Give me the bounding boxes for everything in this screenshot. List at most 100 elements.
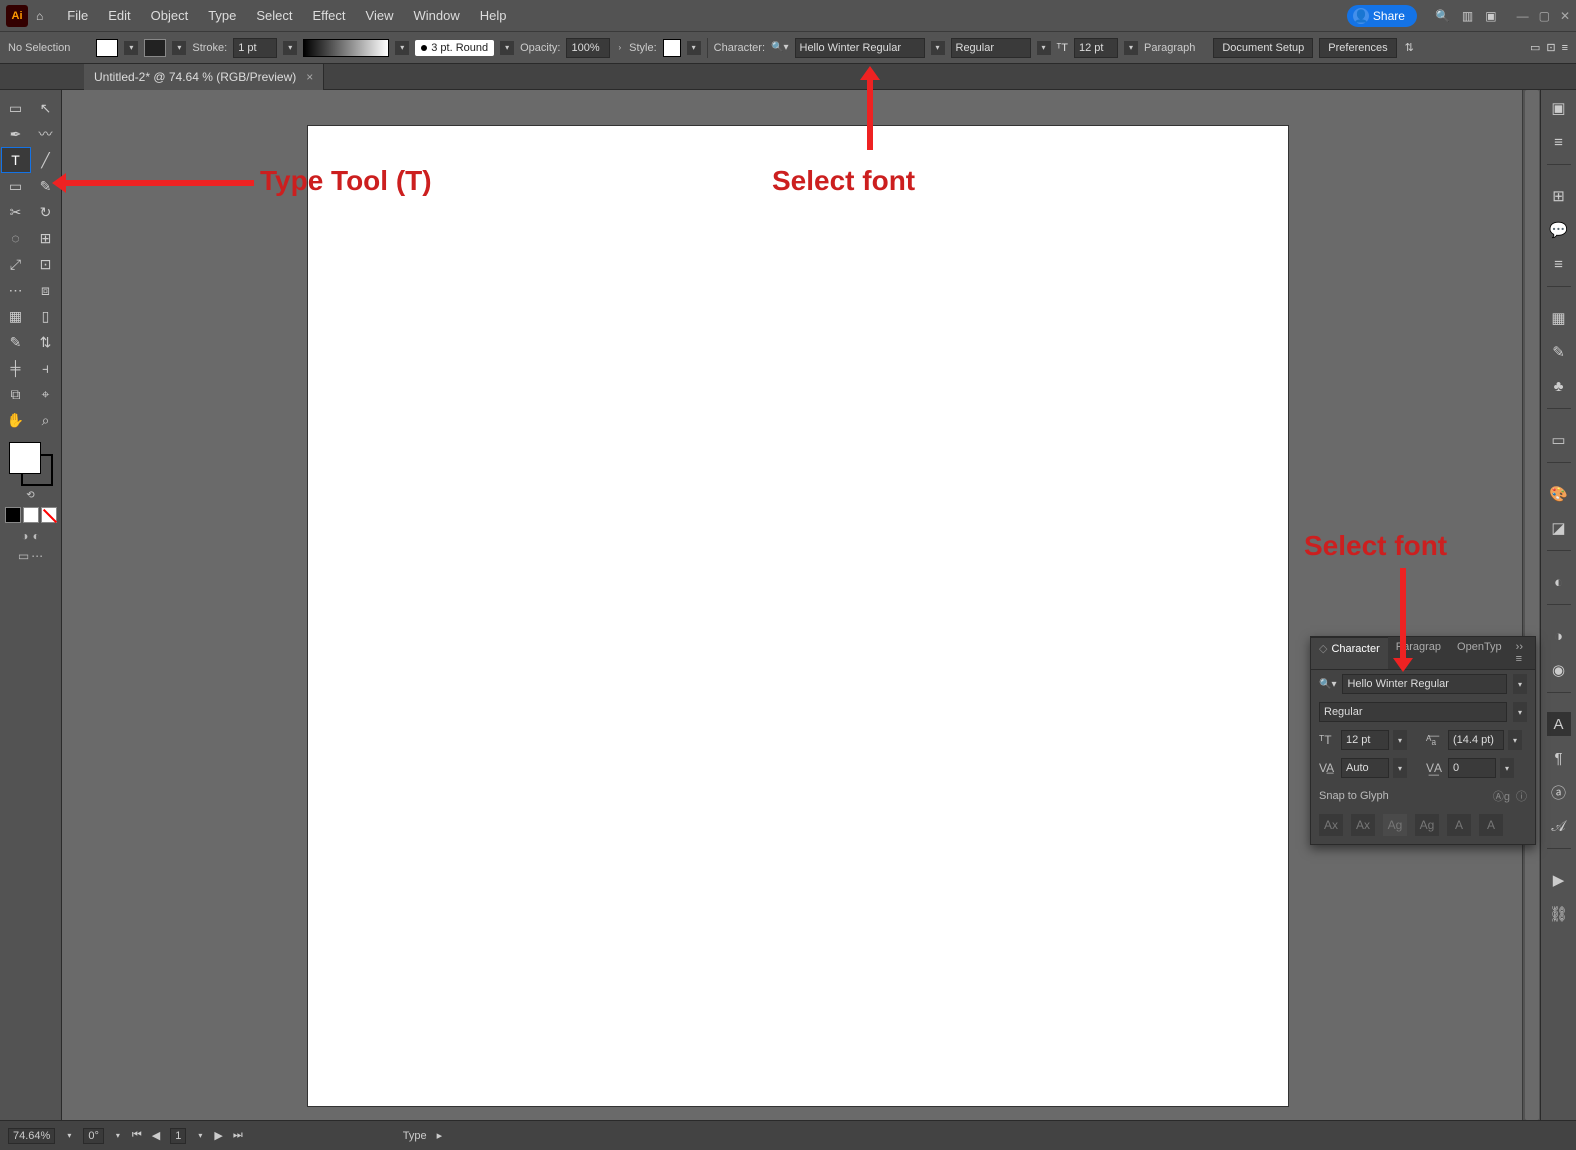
tool-11[interactable]: ⊞: [32, 226, 60, 250]
tool-13[interactable]: ⊡: [32, 252, 60, 276]
glyph-opt-2[interactable]: Ax: [1351, 814, 1375, 836]
menu-view[interactable]: View: [356, 4, 404, 27]
paragraph-label[interactable]: Paragraph: [1144, 42, 1195, 54]
snap-glyph-icon-2[interactable]: ⓘ: [1516, 788, 1527, 804]
glyph-opt-3[interactable]: Ag: [1383, 814, 1407, 836]
share-button[interactable]: 👤 Share: [1347, 5, 1417, 27]
glyph-opt-4[interactable]: Ag: [1415, 814, 1439, 836]
appearance-panel-icon[interactable]: ◉: [1547, 658, 1571, 682]
panel-font-search-icon[interactable]: 🔍▾: [1319, 679, 1336, 690]
font-style-dropdown[interactable]: ▾: [1037, 41, 1051, 55]
document-tab[interactable]: Untitled-2* @ 74.64 % (RGB/Preview) ×: [84, 64, 324, 90]
menu-type[interactable]: Type: [198, 4, 246, 27]
snap-glyph-icon-1[interactable]: Ⓐg: [1493, 788, 1510, 804]
panel-kerning-dropdown[interactable]: ▾: [1393, 758, 1407, 778]
align-panel-icon[interactable]: ≡: [1547, 252, 1571, 276]
swatches-panel-icon[interactable]: ▦: [1547, 306, 1571, 330]
stroke-weight-dropdown[interactable]: ▾: [283, 41, 297, 55]
preferences-button[interactable]: Preferences: [1319, 38, 1396, 58]
rotate-dropdown[interactable]: ▾: [114, 1131, 122, 1140]
character-panel-icon[interactable]: A: [1547, 712, 1571, 736]
glyph-opt-6[interactable]: A: [1479, 814, 1503, 836]
home-icon[interactable]: ⌂: [36, 9, 43, 23]
swap-fill-stroke-icon[interactable]: ⟲: [26, 490, 34, 501]
tool-3[interactable]: 〰: [32, 122, 60, 146]
close-tab-icon[interactable]: ×: [306, 70, 313, 84]
tool-12[interactable]: ⤢: [2, 252, 30, 276]
tool-15[interactable]: ⧈: [32, 278, 60, 302]
tool-20[interactable]: ╪: [2, 356, 30, 380]
artboard-first-icon[interactable]: ⏮: [132, 1129, 142, 1142]
close-icon[interactable]: ✕: [1560, 9, 1570, 23]
tool-19[interactable]: ⇅: [32, 330, 60, 354]
tool-24[interactable]: ✋: [2, 408, 30, 432]
glyph-opt-1[interactable]: Ax: [1319, 814, 1343, 836]
paragraph-panel-icon[interactable]: ¶: [1547, 746, 1571, 770]
tool-2[interactable]: ✒: [2, 122, 30, 146]
font-family-field[interactable]: Hello Winter Regular: [795, 38, 925, 58]
panel-font-style-field[interactable]: [1319, 702, 1507, 722]
tool-18[interactable]: ✎: [2, 330, 30, 354]
prefs-more-icon[interactable]: ⇅: [1405, 41, 1414, 54]
menu-help[interactable]: Help: [470, 4, 517, 27]
artboard-next-icon[interactable]: ▶: [214, 1129, 222, 1142]
tool-5[interactable]: ╱: [32, 148, 60, 172]
transform-icon[interactable]: ⊡: [1546, 41, 1555, 54]
screen-mode-icon[interactable]: ▭: [18, 549, 29, 563]
minimize-icon[interactable]: —: [1517, 9, 1529, 23]
stroke-weight-field[interactable]: 1 pt: [233, 38, 277, 58]
tool-info-more-icon[interactable]: ▸: [437, 1129, 443, 1142]
variable-width-profile[interactable]: [303, 39, 389, 57]
font-size-field[interactable]: 12 pt: [1074, 38, 1118, 58]
symbols-panel-icon[interactable]: ♣: [1547, 374, 1571, 398]
tool-23[interactable]: ⌖: [32, 382, 60, 406]
menu-file[interactable]: File: [57, 4, 98, 27]
panel-leading-field[interactable]: [1448, 730, 1504, 750]
tool-8[interactable]: ✂: [2, 200, 30, 224]
tool-10[interactable]: ◌: [2, 226, 30, 250]
tool-9[interactable]: ↻: [32, 200, 60, 224]
font-style-field[interactable]: Regular: [951, 38, 1031, 58]
brush-definition[interactable]: 3 pt. Round: [415, 40, 494, 56]
draw-behind-icon[interactable]: ◐: [33, 529, 40, 543]
search-icon[interactable]: 🔍: [1435, 9, 1450, 23]
panel-tracking-field[interactable]: [1448, 758, 1496, 778]
transparency-panel-icon[interactable]: ◑: [1547, 624, 1571, 648]
rotate-field[interactable]: 0°: [83, 1128, 104, 1144]
panel-font-size-field[interactable]: [1341, 730, 1389, 750]
artboard-dropdown[interactable]: ▾: [196, 1131, 204, 1140]
maximize-icon[interactable]: ▢: [1539, 9, 1550, 23]
font-search-icon[interactable]: 🔍▾: [771, 42, 788, 53]
fill-dropdown[interactable]: ▾: [124, 41, 138, 55]
draw-normal-icon[interactable]: ◑: [21, 529, 28, 543]
vw-dropdown[interactable]: ▾: [395, 41, 409, 55]
font-family-dropdown[interactable]: ▾: [931, 41, 945, 55]
properties-panel-icon[interactable]: ▣: [1547, 96, 1571, 120]
panel-collapse-icon[interactable]: ›› ≡: [1510, 637, 1535, 669]
font-size-dropdown[interactable]: ▾: [1124, 41, 1138, 55]
libraries-panel-icon[interactable]: ⊞: [1547, 184, 1571, 208]
artboard-number-field[interactable]: 1: [170, 1128, 186, 1144]
stroke-swatch[interactable]: [144, 39, 166, 57]
artboard[interactable]: [308, 126, 1288, 1106]
workspace-icon[interactable]: ▣: [1485, 9, 1496, 23]
tab-opentype[interactable]: OpenTyp: [1449, 637, 1510, 669]
more-options-icon[interactable]: ≡: [1562, 42, 1568, 54]
menu-edit[interactable]: Edit: [98, 4, 140, 27]
artboard-last-icon[interactable]: ⏭: [233, 1129, 243, 1142]
vertical-scrollbar[interactable]: [1522, 90, 1540, 1120]
menu-select[interactable]: Select: [246, 4, 302, 27]
panel-font-style-dropdown[interactable]: ▾: [1513, 702, 1527, 722]
panel-tracking-dropdown[interactable]: ▾: [1500, 758, 1514, 778]
fill-color[interactable]: [9, 442, 41, 474]
gradient-panel-icon[interactable]: ◐: [1547, 570, 1571, 594]
zoom-dropdown[interactable]: ▾: [65, 1131, 73, 1140]
tool-14[interactable]: ⋯: [2, 278, 30, 302]
panel-font-family-field[interactable]: [1342, 674, 1507, 694]
edit-toolbar-icon[interactable]: ⋯: [31, 549, 43, 563]
panel-font-size-dropdown[interactable]: ▾: [1393, 730, 1407, 750]
color-guide-panel-icon[interactable]: ◪: [1547, 516, 1571, 540]
stroke-panel-icon[interactable]: ▭: [1547, 428, 1571, 452]
tool-4[interactable]: T: [2, 148, 30, 172]
comments-panel-icon[interactable]: 💬: [1547, 218, 1571, 242]
